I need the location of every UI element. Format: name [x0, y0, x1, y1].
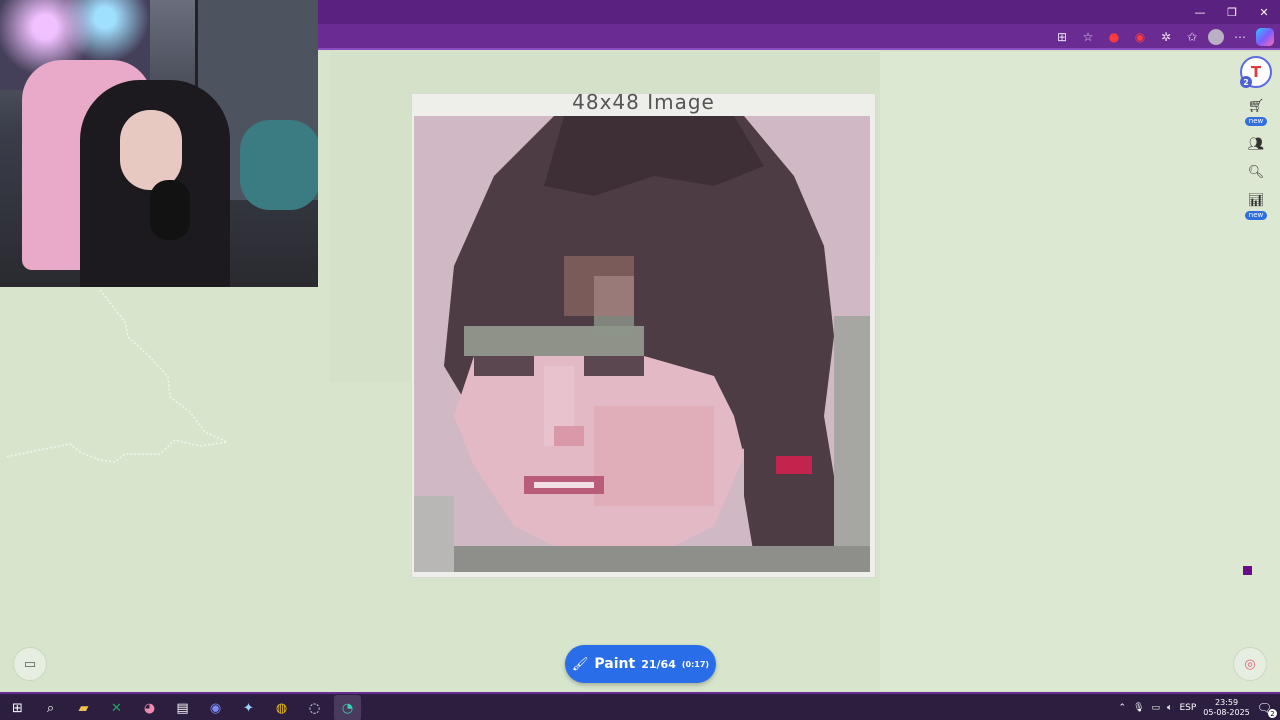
extension-red-icon[interactable]: ●	[1104, 27, 1124, 47]
system-tray: ⌃ 🎙︎ ▭ 🔈︎ ESP 23:59 05-08-2025 🗨︎ 2	[1119, 695, 1277, 720]
sidebar-item-group[interactable]: 👥︎	[1245, 134, 1267, 154]
new-badge: new	[1244, 117, 1268, 126]
speaker-icon[interactable]: 🔈︎	[1167, 703, 1172, 713]
sidebar-item-leaderboard[interactable]: 📊︎ new	[1244, 190, 1268, 220]
bottom-left-button[interactable]: ▭	[13, 647, 47, 681]
paint-button[interactable]: 🖌︎ Paint 21/64 (0:17)	[565, 645, 716, 683]
template-title: 48x48 Image	[572, 90, 715, 114]
puzzle-icon[interactable]: ✲	[1156, 27, 1176, 47]
chrome-icon[interactable]: ◍	[268, 695, 295, 720]
clock-time: 23:59	[1214, 698, 1239, 707]
more-icon[interactable]: ⋯	[1230, 27, 1250, 47]
notification-icon[interactable]: 🗨︎ 2	[1257, 701, 1277, 718]
leaderboard-icon: 📊︎	[1247, 192, 1265, 208]
notification-count: 2	[1268, 709, 1277, 718]
windows-taskbar: ⊞ ⌕ ▰ ✕ ◕ ▤ ◉ ✦ ◍ ◌ ◔ ⌃ 🎙︎ ▭ 🔈︎ ESP 23:5…	[0, 692, 1280, 720]
wplace-logo-icon[interactable]: T 2	[1240, 56, 1272, 88]
webcam-overlay	[0, 0, 318, 287]
excel-icon[interactable]: ✕	[103, 695, 130, 720]
app-icon[interactable]: ⊞	[1052, 27, 1072, 47]
store-icon: 🛒︎	[1247, 98, 1265, 114]
edge-icon[interactable]: ◔	[334, 695, 361, 720]
close-button[interactable]: ✕	[1248, 0, 1280, 24]
windows-start-icon[interactable]: ⊞	[4, 695, 31, 720]
clock-date: 05-08-2025	[1203, 708, 1250, 717]
webcam-microphone	[150, 180, 190, 240]
network-icon[interactable]: ▭	[1152, 703, 1161, 713]
paint-label: Paint	[594, 656, 636, 672]
template-pixel-image[interactable]	[414, 116, 870, 572]
search-icon[interactable]: ⌕	[37, 695, 64, 720]
sidebar-item-search[interactable]: 🔍︎	[1245, 162, 1267, 182]
paint-charges: 21/64	[641, 657, 676, 671]
obs-icon[interactable]: ◌	[301, 695, 328, 720]
locate-button[interactable]: ◎	[1233, 647, 1267, 681]
search-zoom-icon: 🔍︎	[1247, 164, 1265, 180]
feather-app-icon[interactable]: ✦	[235, 695, 262, 720]
profile-avatar[interactable]	[1208, 29, 1224, 45]
discord-icon[interactable]: ◉	[202, 695, 229, 720]
microphone-icon[interactable]: 🎙︎	[1133, 703, 1144, 713]
taskbar-apps: ⊞ ⌕ ▰ ✕ ◕ ▤ ◉ ✦ ◍ ◌ ◔	[4, 695, 361, 720]
restore-button[interactable]: ❐	[1216, 0, 1248, 24]
chevron-up-icon[interactable]: ⌃	[1119, 703, 1127, 713]
new-badge: new	[1244, 211, 1268, 220]
right-sidebar: T 2 🛒︎ new 👥︎ 🔍︎ 📊︎ new	[1238, 56, 1274, 220]
selected-color-swatch[interactable]	[1243, 566, 1252, 575]
logo-badge: 2	[1240, 76, 1252, 88]
group-icon: 👥︎	[1247, 136, 1265, 152]
brush-icon: 🖌︎	[571, 656, 589, 672]
star-icon[interactable]: ☆	[1078, 27, 1098, 47]
browser-toolbar: ⊞ ☆ ● ◉ ✲ ✩ ⋯	[1052, 27, 1274, 47]
app-pink-icon[interactable]: ◕	[136, 695, 163, 720]
sidebar-item-store[interactable]: 🛒︎ new	[1244, 96, 1268, 126]
terminal-icon[interactable]: ▤	[169, 695, 196, 720]
favorites-icon[interactable]: ✩	[1182, 27, 1202, 47]
copilot-icon[interactable]	[1256, 28, 1274, 46]
webcam-plush-toy	[240, 120, 318, 210]
template-image-card[interactable]: 48x48 Image	[411, 90, 876, 578]
minimize-button[interactable]: —	[1184, 0, 1216, 24]
webcam-streamer-face	[120, 110, 182, 190]
extension-record-icon[interactable]: ◉	[1130, 27, 1150, 47]
panel-icon: ▭	[23, 656, 37, 672]
paint-timer: (0:17)	[681, 659, 710, 669]
crosshair-icon: ◎	[1244, 656, 1256, 672]
clock[interactable]: 23:59 05-08-2025	[1203, 698, 1250, 718]
file-explorer-icon[interactable]: ▰	[70, 695, 97, 720]
language-indicator[interactable]: ESP	[1179, 703, 1196, 713]
window-controls: — ❐ ✕	[1184, 0, 1280, 24]
